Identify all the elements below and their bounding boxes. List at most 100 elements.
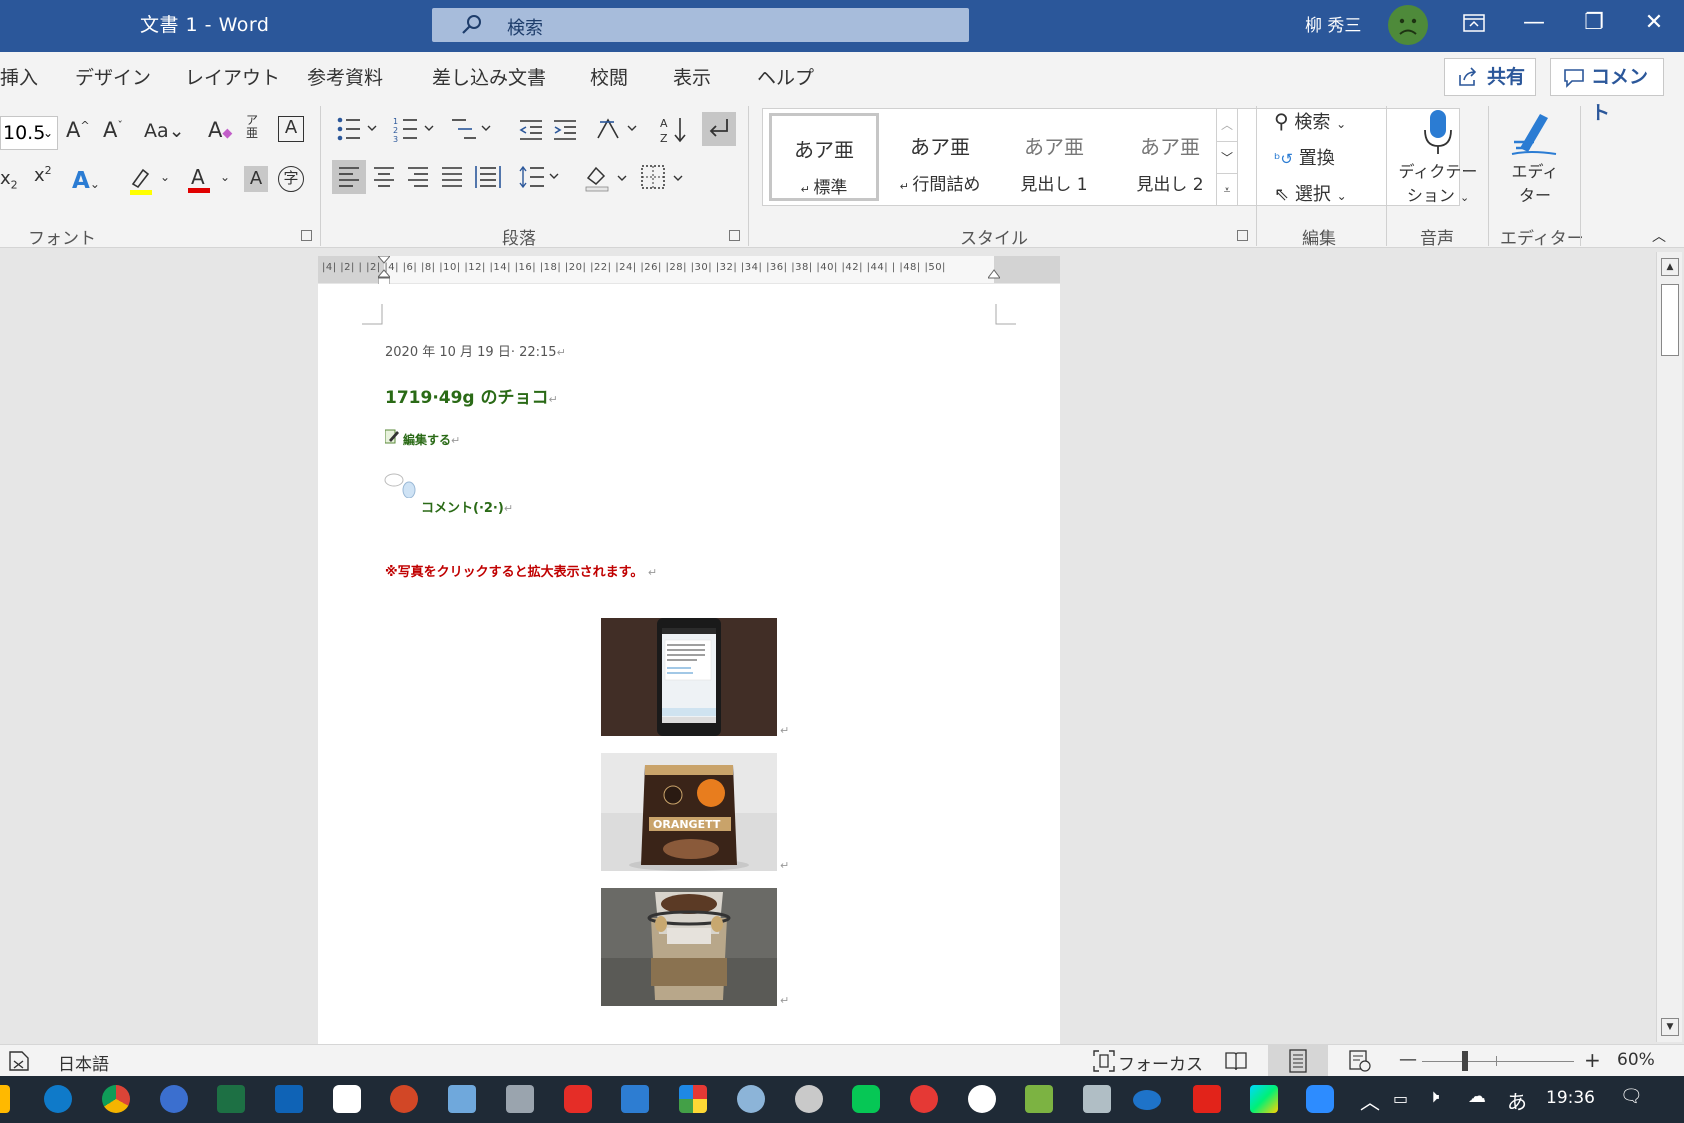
tab-help[interactable]: ヘルプ	[757, 63, 814, 90]
game-icon[interactable]	[910, 1085, 938, 1113]
font-dialog-launcher-icon[interactable]	[301, 230, 312, 241]
borders-icon[interactable]	[640, 164, 688, 197]
font-color-icon[interactable]: A	[186, 164, 212, 199]
outlook-icon[interactable]	[275, 1085, 303, 1113]
close-button[interactable]: ✕	[1624, 0, 1684, 46]
ime-mode[interactable]: あ	[1507, 1086, 1527, 1115]
tab-review[interactable]: 校閲	[590, 63, 628, 90]
google-play-icon[interactable]	[1250, 1085, 1278, 1113]
phonetic-guide-icon[interactable]: ア亜	[246, 114, 258, 140]
styles-dialog-launcher-icon[interactable]	[1237, 230, 1248, 241]
justify-icon[interactable]	[440, 166, 464, 193]
paint-icon[interactable]	[737, 1085, 765, 1113]
share-button[interactable]: 共有	[1444, 58, 1536, 96]
zoom-slider[interactable]	[1422, 1061, 1574, 1062]
tab-design[interactable]: デザイン	[75, 63, 151, 90]
decrease-indent-icon[interactable]	[518, 118, 544, 147]
volume-muted-icon[interactable]: 🕨	[1428, 1086, 1439, 1107]
comments-button[interactable]: コメント	[1550, 58, 1664, 124]
google-icon[interactable]	[968, 1085, 996, 1113]
right-indent-marker-icon[interactable]	[987, 268, 1001, 283]
edit-link[interactable]: 編集する↵	[403, 431, 460, 448]
horizontal-ruler[interactable]: |4| |2| | |2| |4| |6| |8| |10| |12| |14|…	[318, 255, 1060, 286]
powerpoint-icon[interactable]	[390, 1085, 418, 1113]
change-case-icon[interactable]: Aa⌄	[144, 120, 185, 142]
printer-icon[interactable]	[506, 1085, 534, 1113]
highlight-color-icon[interactable]	[128, 166, 154, 201]
character-shading-icon[interactable]: A	[244, 166, 268, 192]
photo-phone[interactable]	[601, 618, 777, 736]
web-layout-icon[interactable]	[1348, 1049, 1372, 1073]
grow-font-icon[interactable]: A^	[66, 118, 90, 142]
language-status[interactable]: 日本語	[58, 1050, 109, 1075]
text-effects-icon[interactable]: A⌄	[72, 168, 100, 194]
paint-3d-icon[interactable]	[679, 1085, 707, 1113]
zoom-slider-thumb[interactable]	[1462, 1051, 1468, 1071]
style-normal[interactable]: あア亜 ↵ 標準	[769, 113, 879, 201]
style-heading-2[interactable]: あア亜 見出し 2	[1115, 113, 1225, 201]
zoom-out-icon[interactable]: —	[1399, 1049, 1417, 1070]
select-button[interactable]: ⇖ 選択 ⌄	[1274, 180, 1347, 206]
zoom-level[interactable]: 60%	[1617, 1050, 1655, 1070]
file-explorer-icon[interactable]	[0, 1085, 10, 1113]
zoom-in-icon[interactable]: +	[1584, 1048, 1601, 1072]
people-icon[interactable]	[160, 1085, 188, 1113]
shrink-font-icon[interactable]: Aˇ	[103, 118, 123, 142]
excel-icon[interactable]	[217, 1085, 245, 1113]
line-icon[interactable]	[852, 1085, 880, 1113]
superscript-icon[interactable]: x2	[34, 164, 52, 186]
enclose-characters-icon[interactable]: 字	[278, 166, 304, 192]
scroll-down-icon[interactable]: ▼	[1661, 1018, 1679, 1036]
scroll-up-icon[interactable]: ︿	[1217, 109, 1237, 141]
zoom-icon[interactable]	[1306, 1085, 1334, 1113]
control-panel-icon[interactable]	[448, 1085, 476, 1113]
multilevel-list-icon[interactable]	[450, 116, 494, 147]
onedrive-cloud-icon[interactable]: ☁	[1468, 1086, 1486, 1107]
snipping-tool-icon[interactable]	[795, 1085, 823, 1113]
style-heading-1[interactable]: あア亜 見出し 1	[999, 113, 1109, 201]
pdf-png-icon[interactable]	[1193, 1085, 1221, 1113]
shading-icon[interactable]	[584, 164, 632, 197]
edge-icon[interactable]	[44, 1085, 72, 1113]
tab-references[interactable]: 参考資料	[307, 63, 383, 90]
focus-button[interactable]: フォーカス	[1118, 1050, 1203, 1075]
paragraph-dialog-launcher-icon[interactable]	[729, 230, 740, 241]
scroll-up-icon[interactable]: ▲	[1661, 258, 1679, 276]
feedback-face-icon[interactable]	[1388, 5, 1428, 45]
show-hidden-icons-icon[interactable]: ︿	[1360, 1086, 1380, 1115]
chrome-icon[interactable]	[102, 1085, 130, 1113]
editor-button[interactable]: エディ ター	[1502, 108, 1568, 208]
scroll-thumb[interactable]	[1661, 284, 1679, 356]
proofing-icon[interactable]	[8, 1050, 30, 1072]
tab-view[interactable]: 表示	[673, 63, 711, 90]
onedrive-icon[interactable]	[1133, 1090, 1161, 1110]
comments-link[interactable]: コメント(·2·)↵	[421, 497, 513, 516]
minimize-button[interactable]: —	[1504, 0, 1564, 46]
vertical-scrollbar[interactable]: ▲ ▼	[1656, 252, 1682, 1042]
line-spacing-icon[interactable]	[518, 164, 562, 195]
dictate-button[interactable]: ディクテー ション ⌄	[1398, 108, 1478, 210]
ribbon-display-icon[interactable]	[1444, 0, 1504, 46]
increase-indent-icon[interactable]	[552, 118, 578, 147]
indent-marker-icon[interactable]	[376, 255, 392, 286]
search-box[interactable]: 検索	[432, 8, 969, 42]
scroll-down-icon[interactable]: ﹀	[1217, 141, 1237, 173]
user-name[interactable]: 柳 秀三	[1305, 11, 1361, 36]
bullets-icon[interactable]	[336, 116, 380, 147]
photos-icon[interactable]	[621, 1085, 649, 1113]
align-right-icon[interactable]	[406, 166, 430, 193]
subscript-icon[interactable]: x2	[0, 168, 18, 192]
photo-coffee-drip[interactable]	[601, 888, 777, 1006]
mail-tray-icon[interactable]	[1083, 1085, 1111, 1113]
clear-formatting-icon[interactable]: A◆	[208, 118, 232, 142]
photo-chocolate-bag[interactable]: ORANGETT	[601, 753, 777, 871]
restore-button[interactable]: ❐	[1564, 0, 1624, 46]
replace-button[interactable]: ᵇ↺ 置換	[1274, 144, 1335, 170]
amazon-icon[interactable]	[333, 1085, 361, 1113]
battery-icon[interactable]: ▭	[1393, 1089, 1408, 1108]
show-formatting-marks-icon[interactable]	[702, 112, 736, 146]
numbering-icon[interactable]: 123	[393, 116, 437, 147]
text-direction-icon[interactable]	[596, 116, 640, 147]
read-mode-icon[interactable]	[1224, 1050, 1248, 1072]
distributed-icon[interactable]	[474, 164, 502, 195]
